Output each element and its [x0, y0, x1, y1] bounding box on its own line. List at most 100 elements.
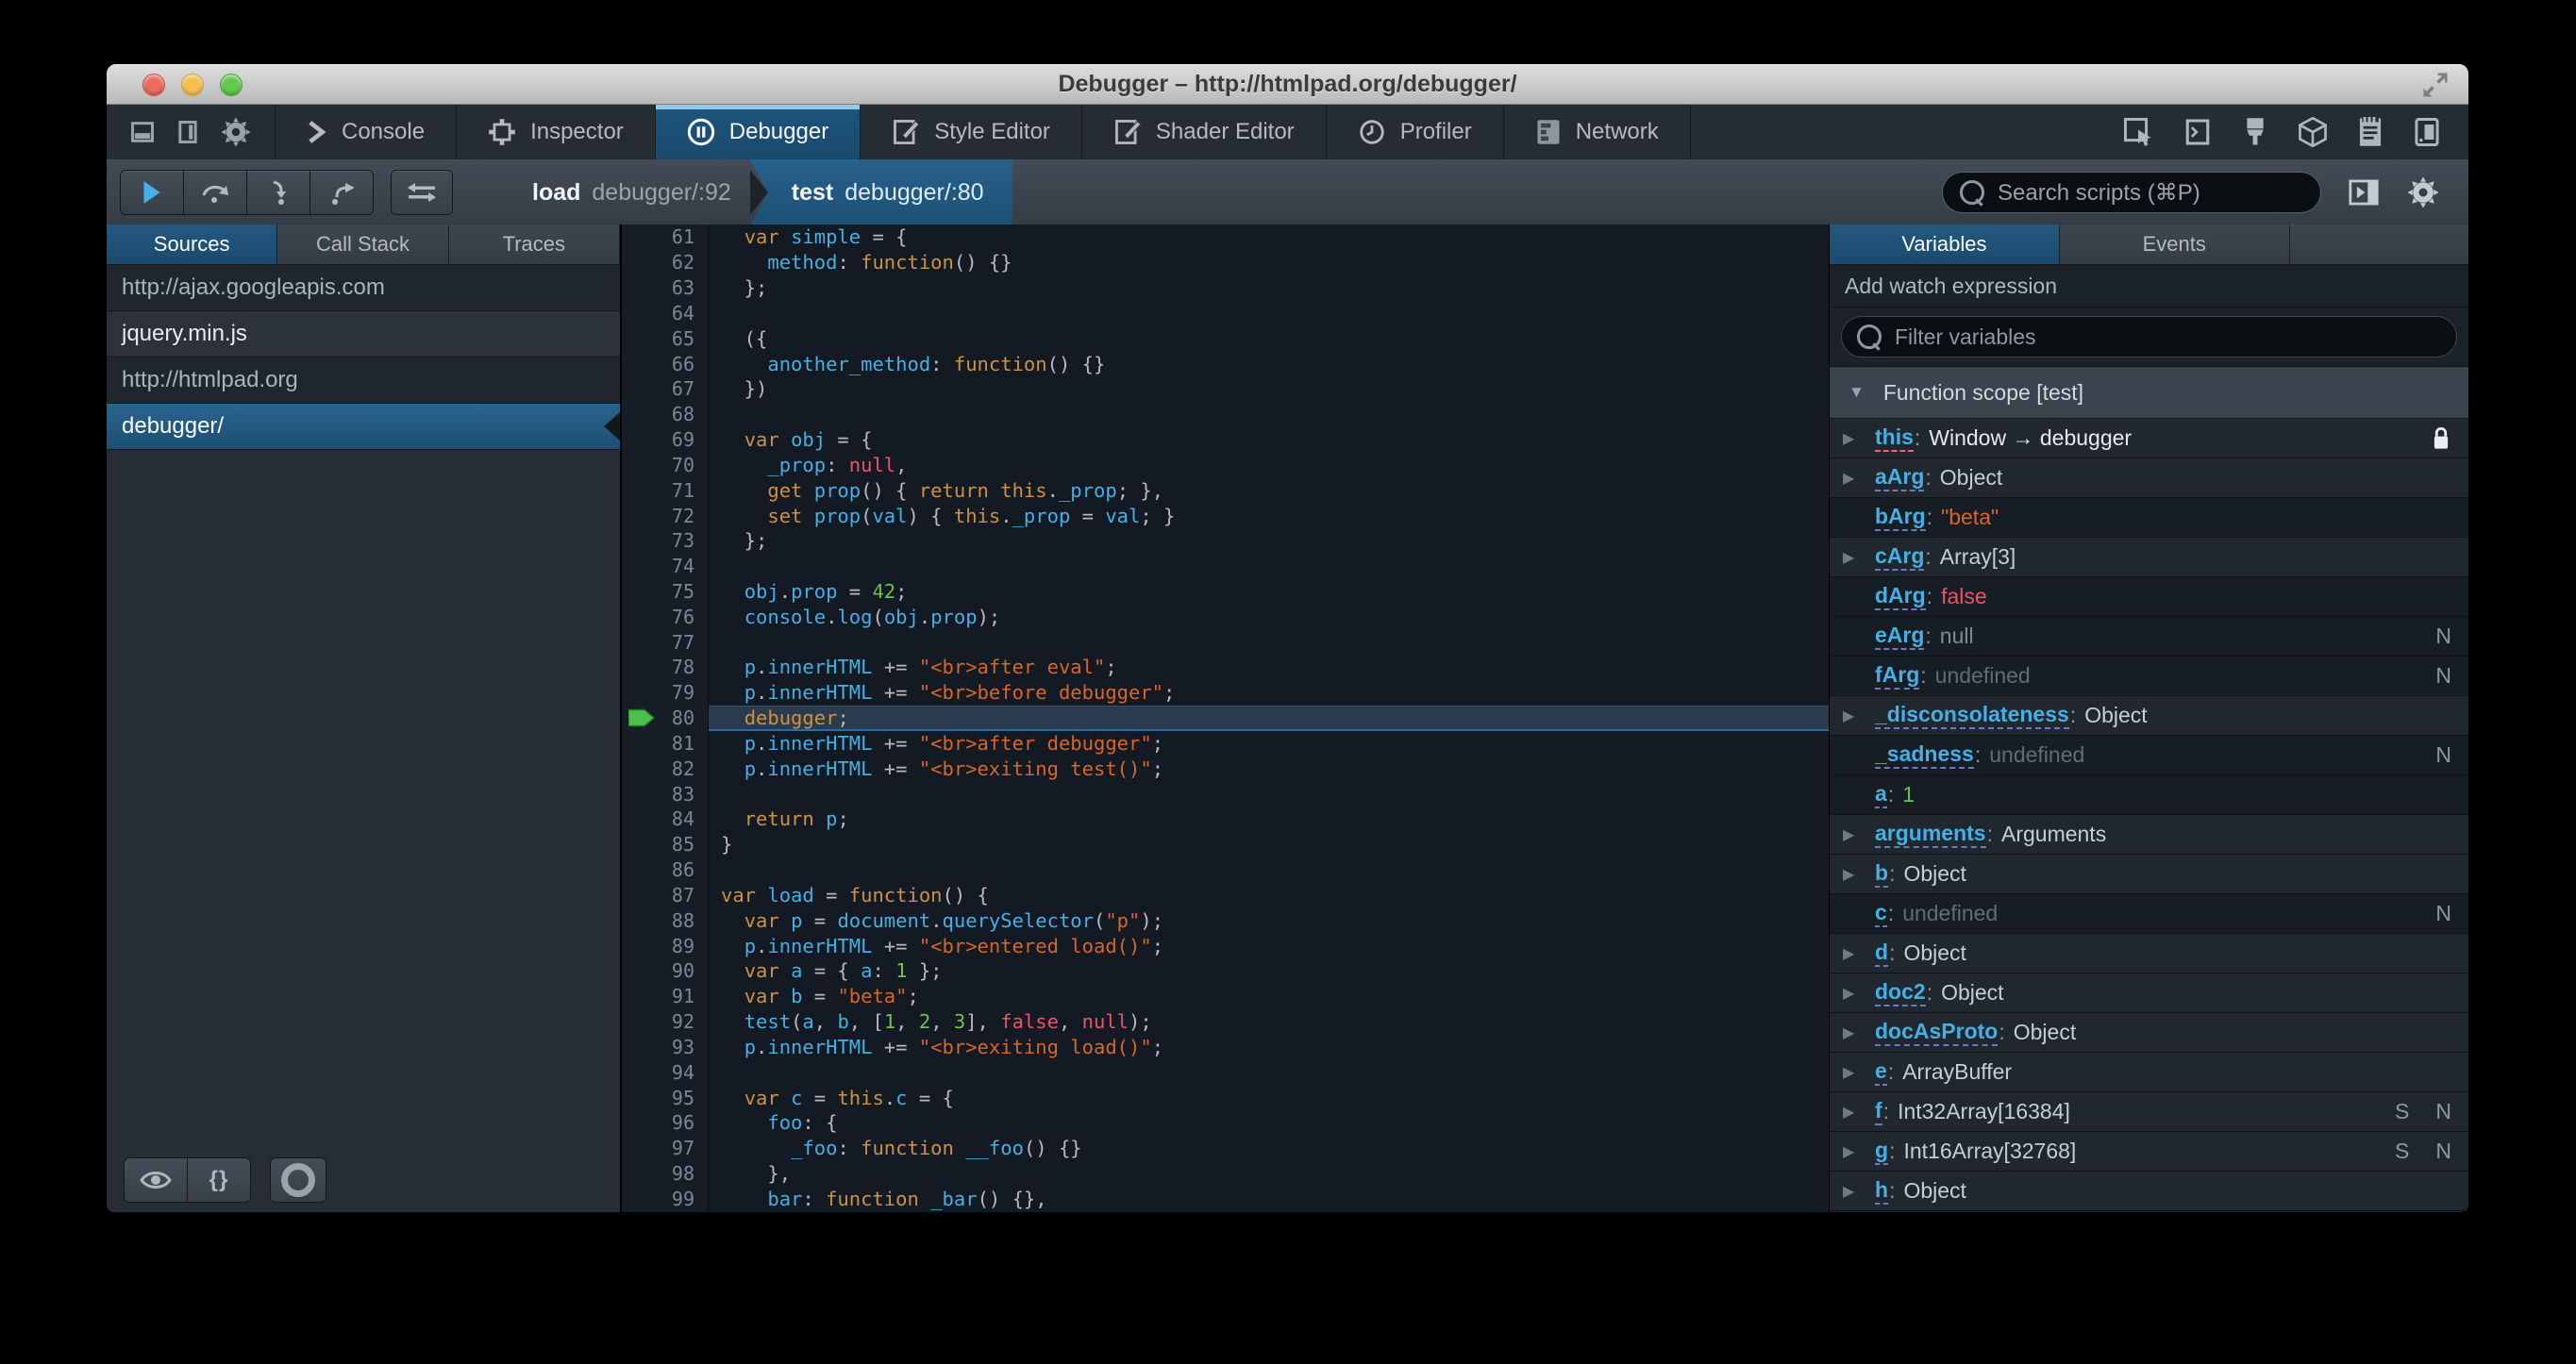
line-number[interactable]: 82: [622, 756, 709, 782]
sources-tab-sources[interactable]: Sources: [107, 225, 278, 264]
line-number[interactable]: 72: [622, 503, 709, 528]
sources-tab-traces[interactable]: Traces: [449, 225, 620, 264]
tab-debugger[interactable]: Debugger: [655, 105, 861, 159]
search-scripts-input[interactable]: Search scripts (⌘P): [1942, 172, 2321, 213]
zoom-button[interactable]: [220, 74, 243, 96]
expand-arrow-icon[interactable]: ▶: [1843, 1063, 1875, 1082]
line-number[interactable]: 92: [622, 1008, 709, 1035]
gear-icon[interactable]: [2406, 175, 2440, 209]
variable-row-d[interactable]: ▶ d: Object: [1830, 934, 2468, 973]
blackbox-toggle-button[interactable]: [391, 170, 453, 215]
line-number[interactable]: 62: [622, 249, 709, 275]
line-number[interactable]: 89: [622, 933, 709, 959]
stack-frame-test[interactable]: test debugger/:80: [749, 159, 1012, 225]
variable-row-f[interactable]: ▶ f: Int32Array[16384] S N: [1830, 1092, 2468, 1132]
line-number[interactable]: 84: [622, 807, 709, 832]
line-number[interactable]: 86: [622, 857, 709, 883]
line-number[interactable]: 63: [622, 274, 709, 301]
split-console-button[interactable]: [2183, 117, 2212, 147]
line-number[interactable]: 91: [622, 983, 709, 1009]
variable-row-eArg[interactable]: eArg: null N: [1830, 617, 2468, 657]
variable-row-e[interactable]: ▶ e: ArrayBuffer: [1830, 1053, 2468, 1092]
line-number[interactable]: 71: [622, 477, 709, 504]
variable-row-_disconsolateness[interactable]: ▶ _disconsolateness: Object: [1830, 696, 2468, 736]
variable-row-fArg[interactable]: fArg: undefined N: [1830, 657, 2468, 696]
source-editor[interactable]: 61 var simple = {62 method: function() {…: [622, 225, 1829, 1212]
line-number[interactable]: 93: [622, 1034, 709, 1060]
sources-tab-call-stack[interactable]: Call Stack: [277, 225, 449, 264]
line-number[interactable]: 74: [622, 553, 709, 579]
expand-arrow-icon[interactable]: ▶: [1843, 944, 1875, 963]
variable-row-c[interactable]: c: undefined N: [1830, 894, 2468, 934]
tab-console[interactable]: Console: [276, 105, 458, 159]
expand-arrow-icon[interactable]: ▶: [1843, 1103, 1875, 1122]
line-number[interactable]: 67: [622, 375, 709, 402]
step-in-button[interactable]: [246, 170, 310, 215]
line-number[interactable]: 94: [622, 1059, 709, 1086]
source-item-http-htmlpad-org[interactable]: http://htmlpad.org: [107, 358, 620, 404]
variable-row-bArg[interactable]: bArg: "beta": [1830, 498, 2468, 538]
variable-row-aArg[interactable]: ▶ aArg: Object: [1830, 458, 2468, 498]
variable-row-_sadness[interactable]: _sadness: undefined N: [1830, 736, 2468, 775]
line-number[interactable]: 69: [622, 426, 709, 453]
fullscreen-icon[interactable]: [2421, 71, 2450, 99]
scope-header[interactable]: ▼ Function scope [test]: [1830, 367, 2468, 419]
line-number[interactable]: 85: [622, 831, 709, 857]
line-number[interactable]: 95: [622, 1085, 709, 1110]
tab-profiler[interactable]: Profiler: [1327, 105, 1504, 159]
line-number[interactable]: 90: [622, 958, 709, 984]
variable-row-this[interactable]: ▶ this: Window → debugger: [1830, 419, 2468, 458]
line-number[interactable]: 77: [622, 629, 709, 656]
close-button[interactable]: [142, 74, 165, 96]
prettify-source-button[interactable]: {}: [187, 1157, 251, 1203]
line-number[interactable]: 64: [622, 300, 709, 326]
tab-inspector[interactable]: Inspector: [457, 105, 656, 159]
pick-element-button[interactable]: [2123, 117, 2153, 147]
line-number[interactable]: 73: [622, 527, 709, 554]
dock-bottom-button[interactable]: [129, 119, 156, 145]
dock-side-button[interactable]: [176, 119, 199, 145]
line-number[interactable]: 66: [622, 351, 709, 376]
expand-arrow-icon[interactable]: ▶: [1843, 984, 1875, 1003]
minimize-button[interactable]: [181, 74, 204, 96]
variables-tab-variables[interactable]: Variables: [1830, 225, 2060, 264]
line-number[interactable]: 88: [622, 907, 709, 934]
line-number[interactable]: 87: [622, 882, 709, 908]
source-item-http-ajax-googleapis-com[interactable]: http://ajax.googleapis.com: [107, 265, 620, 311]
expand-arrow-icon[interactable]: ▶: [1843, 1023, 1875, 1042]
source-item-debugger[interactable]: debugger/: [107, 404, 620, 450]
source-item-jquery-min-js[interactable]: jquery.min.js: [107, 311, 620, 358]
line-number[interactable]: 99: [622, 1186, 709, 1212]
variable-row-docAsProto[interactable]: ▶ docAsProto: Object: [1830, 1013, 2468, 1053]
expand-arrow-icon[interactable]: ▶: [1843, 707, 1875, 725]
tab-shader-editor[interactable]: Shader Editor: [1082, 105, 1327, 159]
line-number[interactable]: 80: [622, 705, 709, 731]
step-out-button[interactable]: [309, 170, 374, 215]
variable-row-g[interactable]: ▶ g: Int16Array[32768] S N: [1830, 1132, 2468, 1172]
expand-arrow-icon[interactable]: ▶: [1843, 825, 1875, 844]
add-watch-expression[interactable]: Add watch expression: [1830, 265, 2468, 308]
line-number[interactable]: 78: [622, 655, 709, 680]
expand-arrow-icon[interactable]: ▶: [1843, 548, 1875, 567]
line-number[interactable]: 70: [622, 452, 709, 478]
responsive-mode-button[interactable]: [2414, 117, 2440, 147]
scratchpad-button[interactable]: [2357, 117, 2384, 147]
variable-row-b[interactable]: ▶ b: Object: [1830, 855, 2468, 894]
resume-button[interactable]: [120, 170, 184, 215]
line-number[interactable]: 65: [622, 325, 709, 352]
stack-frame-load[interactable]: load debugger/:92: [513, 159, 750, 225]
gear-button[interactable]: [220, 116, 252, 148]
variable-row-doc2[interactable]: ▶ doc2: Object: [1830, 973, 2468, 1013]
expand-arrow-icon[interactable]: ▶: [1843, 865, 1875, 884]
variable-row-arguments[interactable]: ▶ arguments: Arguments: [1830, 815, 2468, 855]
line-number[interactable]: 98: [622, 1160, 709, 1187]
line-number[interactable]: 76: [622, 604, 709, 630]
variable-row-h[interactable]: ▶ h: Object: [1830, 1172, 2468, 1211]
blackbox-source-button[interactable]: [124, 1157, 188, 1203]
expand-arrow-icon[interactable]: ▶: [1843, 1142, 1875, 1161]
expand-arrow-icon[interactable]: ▶: [1843, 1182, 1875, 1201]
tab-style-editor[interactable]: Style Editor: [861, 105, 1082, 159]
line-number[interactable]: 81: [622, 730, 709, 757]
line-number[interactable]: 75: [622, 578, 709, 605]
panel-toggle-icon[interactable]: [2348, 178, 2380, 207]
